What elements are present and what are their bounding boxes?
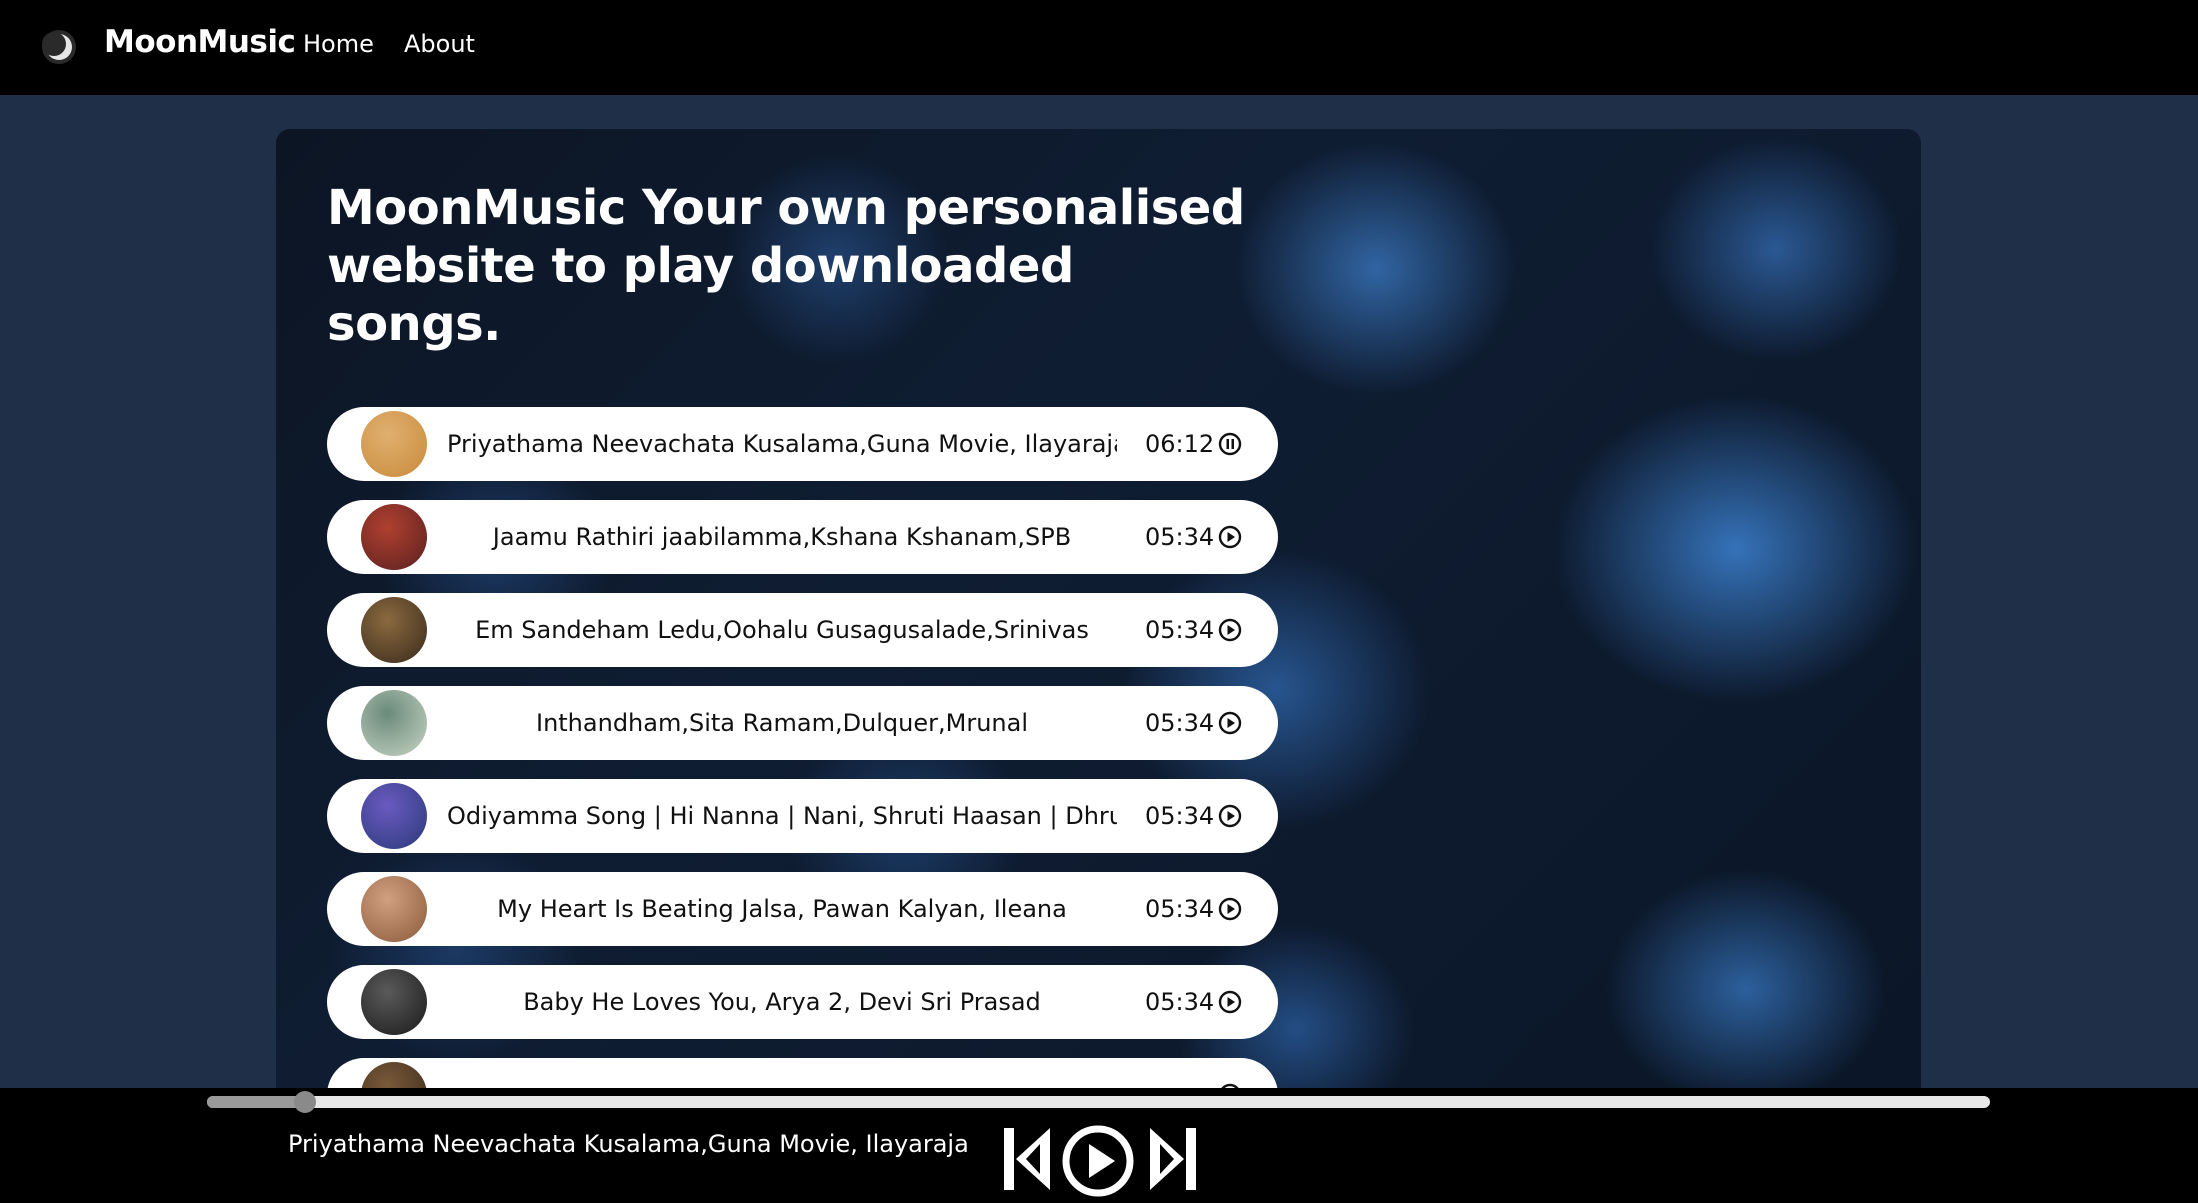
song-item[interactable]: Priyathama Neevachata Kusalama,Guna Movi…	[327, 407, 1278, 481]
song-title: My Heart Is Beating Jalsa, Pawan Kalyan,…	[497, 895, 1067, 923]
next-button[interactable]	[1148, 1126, 1198, 1192]
song-title: Priyathama Neevachata Kusalama,Guna Movi…	[447, 430, 1117, 458]
progress-fill	[207, 1096, 306, 1108]
song-thumbnail	[361, 783, 427, 849]
moon-logo-icon	[42, 30, 76, 64]
top-navbar: MoonMusic Home About	[0, 0, 2198, 95]
song-item[interactable]: My Heart Is Beating Jalsa, Pawan Kalyan,…	[327, 872, 1278, 946]
song-item[interactable]: Odiyamma Song | Hi Nanna | Nani, Shruti …	[327, 779, 1278, 853]
song-duration: 05:34	[1145, 895, 1215, 923]
song-title: Jaamu Rathiri jaabilamma,Kshana Kshanam,…	[492, 523, 1072, 551]
song-thumbnail	[361, 690, 427, 756]
song-item[interactable]: Inthandham,Sita Ramam,Dulquer,Mrunal 05:3…	[327, 686, 1278, 760]
song-play-icon[interactable]	[1218, 618, 1242, 642]
progress-knob[interactable]	[294, 1091, 317, 1113]
hero-title: MoonMusic Your own personalised website …	[327, 180, 1245, 352]
song-play-icon[interactable]	[1218, 525, 1242, 549]
nav-link-about[interactable]: About	[404, 30, 475, 58]
song-duration: 05:34	[1145, 616, 1215, 644]
song-play-icon[interactable]	[1218, 990, 1242, 1014]
song-list: Priyathama Neevachata Kusalama,Guna Movi…	[327, 407, 1278, 1129]
song-thumbnail	[361, 876, 427, 942]
song-play-icon[interactable]	[1218, 711, 1242, 735]
nav-link-home[interactable]: Home	[303, 30, 374, 58]
song-title: Inthandham,Sita Ramam,Dulquer,Mrunal	[535, 709, 1029, 737]
now-playing-title: Priyathama Neevachata Kusalama,Guna Movi…	[288, 1130, 969, 1158]
song-duration: 06:12	[1145, 430, 1215, 458]
song-item[interactable]: Baby He Loves You, Arya 2, Devi Sri Pras…	[327, 965, 1278, 1039]
song-thumbnail	[361, 504, 427, 570]
song-thumbnail	[361, 597, 427, 663]
song-play-icon[interactable]	[1218, 804, 1242, 828]
previous-button[interactable]	[1002, 1126, 1052, 1192]
song-duration: 05:34	[1145, 988, 1215, 1016]
song-play-icon[interactable]	[1218, 897, 1242, 921]
song-thumbnail	[361, 969, 427, 1035]
song-item[interactable]: Jaamu Rathiri jaabilamma,Kshana Kshanam,…	[327, 500, 1278, 574]
song-duration: 05:34	[1145, 523, 1215, 551]
song-thumbnail	[361, 411, 427, 477]
song-title: Em Sandeham Ledu,Oohalu Gusagusalade,Sri…	[475, 616, 1089, 644]
song-duration: 05:34	[1145, 802, 1215, 830]
brand-name[interactable]: MoonMusic	[104, 24, 296, 60]
song-duration: 05:34	[1145, 709, 1215, 737]
hero-panel: MoonMusic Your own personalised website …	[276, 129, 1921, 1129]
progress-slider[interactable]	[207, 1091, 1990, 1113]
song-title: Odiyamma Song | Hi Nanna | Nani, Shruti …	[447, 802, 1117, 830]
song-pause-icon[interactable]	[1218, 432, 1242, 456]
song-item[interactable]: Em Sandeham Ledu,Oohalu Gusagusalade,Sri…	[327, 593, 1278, 667]
song-title: Baby He Loves You, Arya 2, Devi Sri Pras…	[523, 988, 1041, 1016]
play-button[interactable]	[1061, 1124, 1135, 1198]
